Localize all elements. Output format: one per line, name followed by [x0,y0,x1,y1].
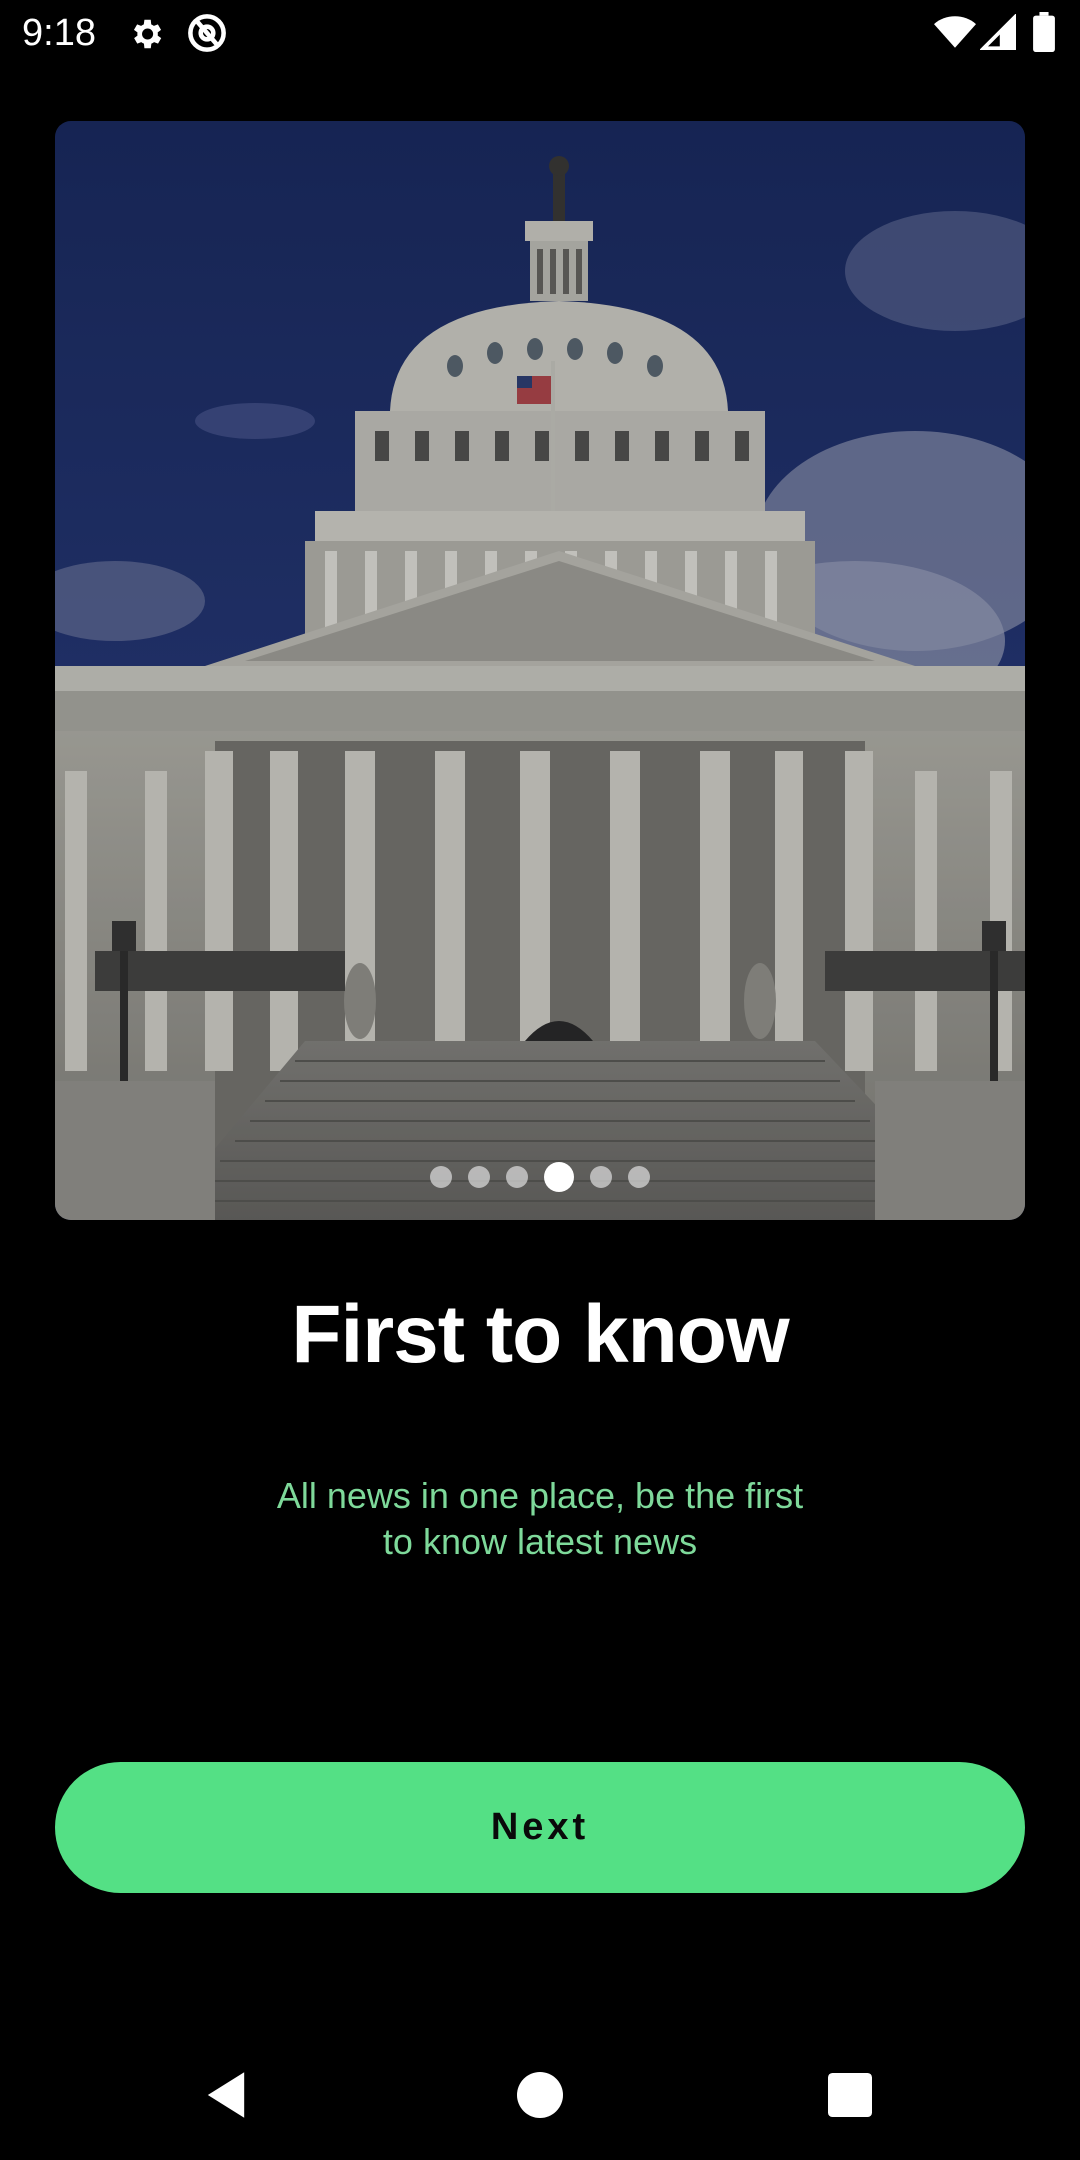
onboarding-subtitle: All news in one place, be the first to k… [276,1475,804,1562]
back-icon [203,2070,249,2125]
status-time: 9:18 [22,12,96,54]
capitol-building-illustration [55,121,1025,1220]
page-dot[interactable] [468,1166,490,1188]
back-button[interactable] [196,2067,256,2127]
battery-icon [1033,12,1055,57]
wifi-icon [934,14,976,55]
gear-icon [127,15,165,58]
recents-icon [828,2072,872,2122]
signal-icon [979,13,1016,55]
status-bar: 9:18 [0,0,1080,66]
page-dot[interactable] [430,1166,452,1188]
page-dot[interactable] [590,1166,612,1188]
navigation-bar [0,2030,1080,2160]
recents-button[interactable] [820,2067,880,2127]
home-button[interactable] [510,2067,570,2127]
page-dot-active[interactable] [544,1162,574,1192]
onboarding-image[interactable] [55,121,1025,1220]
page-dot[interactable] [506,1166,528,1188]
next-button[interactable]: Next [55,1762,1025,1893]
at-sign-icon [186,12,228,59]
onboarding-title: First to know [291,1289,789,1380]
home-icon [517,2071,563,2123]
page-indicator [55,1162,1025,1192]
page-dot[interactable] [628,1166,650,1188]
